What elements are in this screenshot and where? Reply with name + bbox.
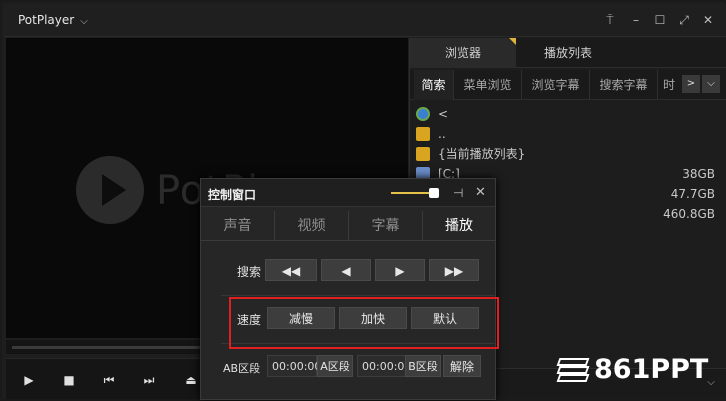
- step-forward-icon: ▶: [395, 264, 405, 278]
- file-name: {当前播放列表}: [438, 147, 526, 161]
- subtab-time[interactable]: 时: [658, 70, 680, 100]
- player-window: PotPlayer⌵ ⍑ – ☐ ⤢ ✕ PotPl ▶ ■ ⏮ ⏭ ⏏ 浏览器…: [0, 0, 726, 401]
- file-name: ..: [438, 127, 446, 141]
- a-point-time[interactable]: 00:00:00: [267, 355, 321, 377]
- subtab-simple[interactable]: 简索: [414, 70, 454, 100]
- play-triangle-icon: [102, 174, 126, 206]
- clear-ab-button[interactable]: 解除: [443, 355, 481, 377]
- chevron-right-icon[interactable]: >: [682, 75, 700, 93]
- fast-forward-icon: ▶▶: [444, 264, 464, 278]
- minimize-icon[interactable]: –: [628, 12, 644, 28]
- divider: [221, 295, 495, 296]
- subtab-search-subtitles[interactable]: 搜索字幕: [590, 70, 658, 100]
- eject-icon[interactable]: ⏏: [182, 371, 200, 389]
- folder-icon: [416, 147, 430, 161]
- tab-playback[interactable]: 播放: [423, 211, 495, 241]
- tab-video[interactable]: 视频: [275, 211, 349, 241]
- next-icon[interactable]: ⏭: [140, 371, 158, 389]
- tab-playlist[interactable]: 播放列表: [516, 38, 620, 68]
- dialog-tabs: 声音 视频 字幕 播放: [201, 211, 495, 241]
- step-forward-button[interactable]: ▶: [375, 259, 425, 281]
- file-size: 460.8GB: [663, 207, 715, 221]
- globe-icon: [416, 107, 430, 121]
- set-b-point-button[interactable]: B区段: [405, 355, 441, 377]
- panel-tabs: 浏览器 播放列表: [410, 38, 726, 68]
- fullscreen-icon[interactable]: ⤢: [676, 12, 692, 28]
- pin-icon[interactable]: ⊣: [453, 186, 463, 200]
- step-back-icon: ◀: [341, 264, 351, 278]
- browser-subtabs: 简索 菜单浏览 浏览字幕 搜索字幕 时 > ⌵: [410, 70, 726, 100]
- app-menu-button[interactable]: PotPlayer ⌵: [18, 13, 88, 27]
- logo-layer: [556, 374, 590, 382]
- watermark: 861PPT: [556, 354, 718, 386]
- stop-icon[interactable]: ■: [60, 371, 78, 389]
- list-item[interactable]: {当前播放列表}: [410, 144, 726, 164]
- control-window-dialog: 控制窗口 ⊣ ✕ 声音 视频 字幕 播放 搜索 ◀◀ ◀ ▶ ▶▶ 速度 减慢: [200, 178, 496, 400]
- list-item[interactable]: <: [410, 104, 726, 124]
- chevron-down-icon: ⌵: [80, 16, 88, 27]
- file-size: 38GB: [682, 167, 715, 181]
- watermark-text: 861PPT: [594, 354, 709, 385]
- file-name: <: [438, 107, 449, 121]
- dialog-title: 控制窗口: [208, 188, 257, 202]
- tab-browser[interactable]: 浏览器: [410, 38, 516, 68]
- play-icon[interactable]: ▶: [20, 371, 38, 389]
- tab-label: 播放列表: [543, 46, 592, 60]
- search-label: 搜索: [237, 265, 262, 279]
- opacity-slider-handle[interactable]: [429, 188, 439, 198]
- previous-icon[interactable]: ⏮: [100, 371, 118, 389]
- tab-audio[interactable]: 声音: [201, 211, 275, 241]
- list-item[interactable]: ..: [410, 124, 726, 144]
- chevron-down-icon[interactable]: ⌵: [702, 75, 720, 93]
- tab-subtitles[interactable]: 字幕: [349, 211, 423, 241]
- set-a-point-button[interactable]: A区段: [317, 355, 353, 377]
- logo-layer: [556, 358, 590, 366]
- active-corner-icon: [509, 38, 516, 45]
- fast-forward-button[interactable]: ▶▶: [429, 259, 479, 281]
- folder-icon: [416, 127, 430, 141]
- rewind-icon: ◀◀: [281, 264, 301, 278]
- rewind-button[interactable]: ◀◀: [265, 259, 317, 281]
- stack-logo-icon: [556, 358, 590, 382]
- tab-label: 浏览器: [444, 46, 481, 60]
- subtab-menu-browse[interactable]: 菜单浏览: [454, 70, 522, 100]
- maximize-icon[interactable]: ☐: [652, 12, 668, 28]
- title-bar: PotPlayer ⌵ ⍑ – ☐ ⤢ ✕: [4, 4, 726, 37]
- highlight-box: [229, 297, 499, 349]
- step-back-button[interactable]: ◀: [321, 259, 371, 281]
- ab-section-label: AB区段: [223, 362, 261, 375]
- file-size: 47.7GB: [670, 187, 715, 201]
- close-icon[interactable]: ✕: [700, 12, 716, 28]
- b-point-time[interactable]: 00:00:00: [357, 355, 411, 377]
- subtab-browse-subtitles[interactable]: 浏览字幕: [522, 70, 590, 100]
- logo-layer: [556, 366, 590, 374]
- dialog-title-bar[interactable]: 控制窗口 ⊣ ✕: [201, 179, 495, 207]
- close-icon[interactable]: ✕: [475, 185, 486, 200]
- app-title: PotPlayer: [18, 13, 75, 27]
- pin-icon[interactable]: ⍑: [602, 12, 618, 28]
